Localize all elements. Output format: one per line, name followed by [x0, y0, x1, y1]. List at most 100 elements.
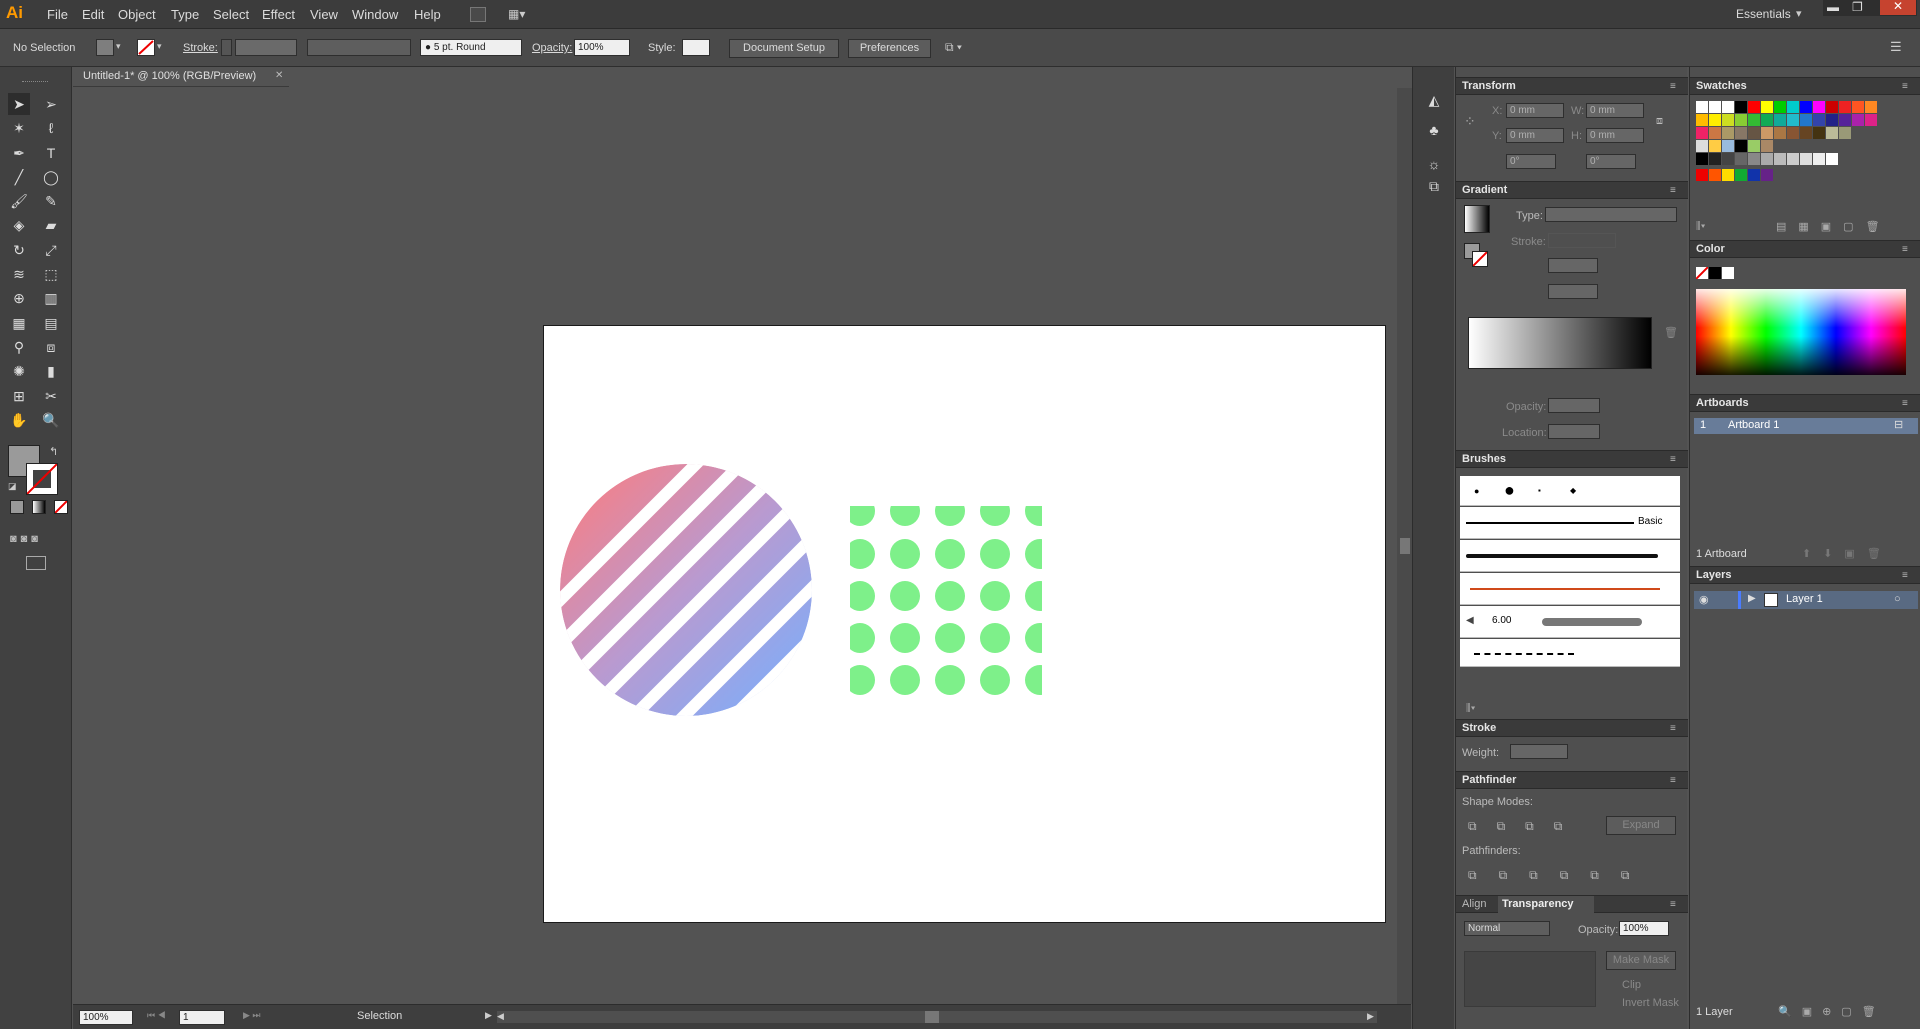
brush-definition[interactable]: ● 5 pt. Round	[420, 39, 522, 56]
rotate-icon[interactable]: ↻	[8, 239, 30, 261]
color-mode-icon[interactable]	[10, 500, 24, 514]
none-mode-icon[interactable]	[54, 500, 68, 514]
shape-builder-icon[interactable]: ⊕	[8, 287, 30, 309]
blend-tool-icon[interactable]: ⧈	[40, 336, 62, 358]
type-tool-icon[interactable]: T	[40, 142, 62, 164]
brush-dot-large[interactable]: ●	[1504, 480, 1515, 501]
panel-menu-icon[interactable]: ≡	[1670, 81, 1680, 92]
selection-tool-icon[interactable]: ➤	[8, 93, 30, 115]
transparency-header[interactable]: Align Transparency ≡	[1456, 895, 1688, 914]
pencil-icon[interactable]: ✎	[40, 190, 62, 212]
gradient-preview[interactable]	[1464, 205, 1490, 233]
first-artboard-icon[interactable]: ⏮ ◀	[147, 1010, 166, 1021]
gradient-mode-icon[interactable]	[32, 500, 46, 514]
shape-mode-buttons[interactable]: ⧉⧉⧉⧉	[1468, 819, 1582, 834]
blob-brush-icon[interactable]: ◈	[8, 214, 30, 236]
transparency-tab[interactable]: Transparency	[1498, 896, 1594, 914]
magic-wand-icon[interactable]: ✶	[8, 117, 30, 139]
layer-row[interactable]: ◉ ▶ Layer 1 ○	[1694, 591, 1918, 609]
menu-window[interactable]: Window	[352, 7, 398, 22]
layer-actions[interactable]: 🔍▣⊕▢🗑	[1778, 1005, 1886, 1018]
make-mask-button[interactable]: Make Mask	[1606, 951, 1676, 970]
hand-tool-icon[interactable]: ✋	[8, 409, 30, 431]
panel-menu-icon[interactable]: ≡	[1670, 775, 1680, 786]
document-tab[interactable]: Untitled-1* @ 100% (RGB/Preview) ✕	[73, 67, 289, 87]
brush-library-icon[interactable]: ⫼▾	[1466, 703, 1475, 714]
transform-header[interactable]: Transform ≡	[1456, 77, 1688, 95]
pathfinder-header[interactable]: Pathfinder ≡	[1456, 771, 1688, 789]
panel-menu-icon[interactable]: ≡	[1902, 570, 1912, 581]
opacity-input[interactable]: 100%	[574, 39, 630, 56]
artboard-row[interactable]: 1 Artboard 1 ⊟	[1694, 418, 1918, 434]
slice-tool-icon[interactable]: ✂	[40, 385, 62, 407]
status-tool[interactable]: Selection	[357, 1010, 402, 1022]
preferences-button[interactable]: Preferences	[848, 39, 931, 58]
expand-button[interactable]: Expand	[1606, 816, 1676, 835]
panel-menu-icon[interactable]: ≡	[1902, 244, 1912, 255]
status-arrow-icon[interactable]: ▶	[485, 1010, 492, 1021]
lasso-icon[interactable]: ℓ	[40, 117, 62, 139]
swap-colors-icon[interactable]: ↰	[49, 445, 58, 458]
swatch-actions[interactable]: ▤▦▣▢🗑	[1776, 220, 1892, 233]
menu-select[interactable]: Select	[213, 7, 249, 22]
brush-basic[interactable]: Basic	[1460, 507, 1680, 539]
align-tab[interactable]: Align	[1462, 898, 1486, 910]
menu-help[interactable]: Help	[414, 7, 441, 22]
column-graph-icon[interactable]: ▮	[40, 360, 62, 382]
scroll-thumb[interactable]	[925, 1011, 939, 1023]
artboard-actions[interactable]: ⬆⬇▣🗑	[1802, 547, 1893, 560]
ellipse-tool-icon[interactable]: ◯	[40, 166, 62, 188]
stroke-swatch[interactable]	[137, 39, 155, 56]
width-tool-icon[interactable]: ≋	[8, 263, 30, 285]
artwork[interactable]	[544, 326, 1387, 924]
graphic-style-picker[interactable]	[682, 39, 710, 56]
brushes-header[interactable]: Brushes ≡	[1456, 450, 1688, 468]
vertical-scrollbar[interactable]	[1397, 88, 1412, 1004]
color-spectrum[interactable]	[1696, 289, 1906, 375]
brush-bristle[interactable]: ◀ 6.00	[1460, 606, 1680, 638]
scale-icon[interactable]: ⤢	[40, 239, 62, 261]
chevron-down-icon[interactable]: ▾	[157, 41, 162, 52]
bridge-icon[interactable]	[470, 7, 486, 22]
close-icon[interactable]: ✕	[1880, 0, 1916, 15]
symbol-sprayer-icon[interactable]: ✺	[8, 360, 30, 382]
layer-target-icon[interactable]: ○	[1894, 593, 1901, 605]
gradient-slider[interactable]	[1468, 317, 1652, 369]
scroll-right-icon[interactable]: ▶	[1367, 1011, 1374, 1022]
arrange-documents-icon[interactable]: ▦▾	[508, 7, 534, 22]
gradient-angle-input[interactable]	[1548, 258, 1598, 273]
x-input[interactable]: 0 mm	[1506, 103, 1564, 118]
visibility-eye-icon[interactable]: ◉	[1699, 593, 1709, 606]
menu-object[interactable]: Object	[118, 7, 156, 22]
gradient-stroke-icon[interactable]	[1472, 251, 1488, 267]
menu-edit[interactable]: Edit	[82, 7, 104, 22]
gradient-type-select[interactable]	[1545, 207, 1677, 222]
scroll-thumb[interactable]	[1400, 538, 1410, 554]
minimize-icon[interactable]: ▬	[1827, 0, 1839, 14]
panel-menu-icon[interactable]: ≡	[1670, 185, 1680, 196]
brush-dashed[interactable]	[1460, 639, 1680, 667]
next-artboard-icon[interactable]: ▶ ⏭	[243, 1010, 261, 1021]
appearance-icon[interactable]: ⧉	[1423, 175, 1445, 197]
artboard-tool-icon[interactable]: ⊞	[8, 385, 30, 407]
gradient-header[interactable]: Gradient ≡	[1456, 181, 1688, 199]
screen-mode-icon[interactable]	[26, 556, 46, 570]
stroke-weight-input[interactable]	[235, 39, 297, 56]
stroke-stepper[interactable]	[221, 39, 232, 56]
h-input[interactable]: 0 mm	[1586, 128, 1644, 143]
artboard[interactable]	[543, 325, 1386, 923]
panel-menu-icon[interactable]: ≡	[1902, 398, 1912, 409]
artboards-header[interactable]: Artboards ≡	[1690, 394, 1920, 412]
paintbrush-icon[interactable]: 🖌	[8, 190, 30, 212]
gradient-location-input[interactable]	[1548, 424, 1600, 439]
brush-arrow[interactable]	[1460, 573, 1680, 605]
workspace-switcher[interactable]: Essentials	[1736, 7, 1791, 21]
panel-menu-icon[interactable]: ≡	[1902, 81, 1912, 92]
zoom-level[interactable]: 100%	[79, 1010, 133, 1025]
stroke-weight-field[interactable]	[1510, 744, 1568, 759]
menu-view[interactable]: View	[310, 7, 338, 22]
reference-point-icon[interactable]: ⁘	[1464, 113, 1476, 130]
control-menu-icon[interactable]: ☰	[1890, 39, 1902, 55]
y-input[interactable]: 0 mm	[1506, 128, 1564, 143]
chevron-down-icon[interactable]: ▾	[116, 41, 121, 52]
